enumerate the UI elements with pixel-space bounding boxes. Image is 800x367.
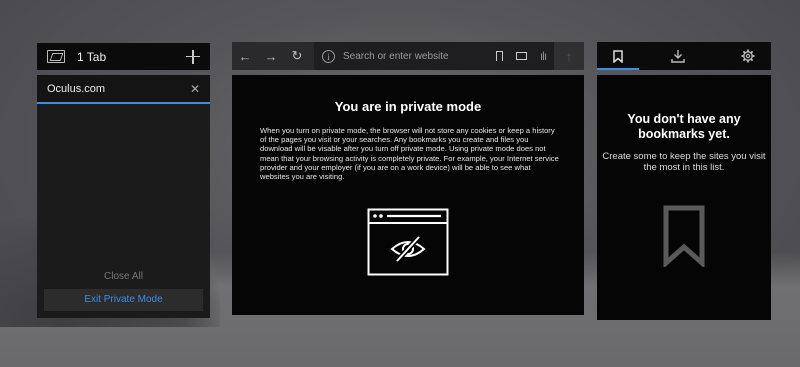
voice-search-button[interactable]: ılı bbox=[532, 42, 554, 70]
display-mode-button[interactable] bbox=[510, 42, 532, 70]
private-mode-description: When you turn on private mode, the brows… bbox=[260, 126, 559, 182]
forward-arrow-icon[interactable]: → bbox=[258, 42, 284, 70]
tabs-panel-header: 1 Tab bbox=[37, 43, 210, 70]
tabs-icon bbox=[47, 50, 65, 63]
close-all-button[interactable]: Close All bbox=[37, 271, 210, 282]
audio-wave-icon: ılı bbox=[539, 49, 547, 63]
site-info-icon[interactable]: i bbox=[322, 49, 335, 63]
scroll-top-button[interactable]: ↑ bbox=[554, 42, 584, 70]
bookmark-page-button[interactable] bbox=[488, 42, 510, 70]
bookmark-placeholder-icon bbox=[663, 205, 705, 267]
bookmarks-empty-title: You don't have any bookmarks yet. bbox=[627, 112, 741, 141]
tab-bookmarks[interactable] bbox=[598, 42, 638, 70]
new-tab-plus-icon[interactable] bbox=[186, 49, 200, 64]
private-mode-title: You are in private mode bbox=[334, 99, 482, 114]
tab-settings[interactable] bbox=[728, 42, 768, 70]
gear-icon bbox=[741, 49, 755, 63]
back-arrow-icon[interactable]: ← bbox=[232, 42, 258, 70]
bookmark-icon bbox=[495, 51, 503, 61]
exit-private-mode-button[interactable]: Exit Private Mode bbox=[44, 289, 203, 311]
tab-title: Oculus.com bbox=[47, 82, 106, 95]
address-bar[interactable]: i Search or enter website ılı bbox=[314, 42, 554, 70]
close-tab-icon[interactable]: ✕ bbox=[190, 82, 200, 96]
tab-item[interactable]: Oculus.com ✕ bbox=[37, 75, 210, 104]
library-panel-header bbox=[597, 42, 771, 70]
bookmarks-panel-body: You don't have any bookmarks yet. Create… bbox=[597, 75, 771, 320]
reload-icon[interactable]: ↻ bbox=[284, 42, 310, 70]
bookmark-icon bbox=[613, 49, 623, 63]
tab-count-label: 1 Tab bbox=[77, 49, 107, 64]
private-browsing-icon bbox=[367, 208, 449, 276]
private-mode-page: You are in private mode When you turn on… bbox=[232, 75, 584, 315]
tabs-panel-body: Oculus.com ✕ Close All Exit Private Mode bbox=[37, 75, 210, 318]
url-input[interactable]: Search or enter website bbox=[343, 51, 488, 62]
browser-toolbar: ← → ↻ i Search or enter website ılı ↑ bbox=[232, 42, 584, 70]
download-icon bbox=[671, 50, 685, 63]
tab-downloads[interactable] bbox=[658, 42, 698, 70]
up-arrow-icon: ↑ bbox=[565, 48, 573, 64]
bookmarks-empty-subtitle: Create some to keep the sites you visit … bbox=[602, 151, 766, 173]
active-tab-indicator bbox=[597, 68, 639, 70]
screen-icon bbox=[515, 52, 527, 60]
